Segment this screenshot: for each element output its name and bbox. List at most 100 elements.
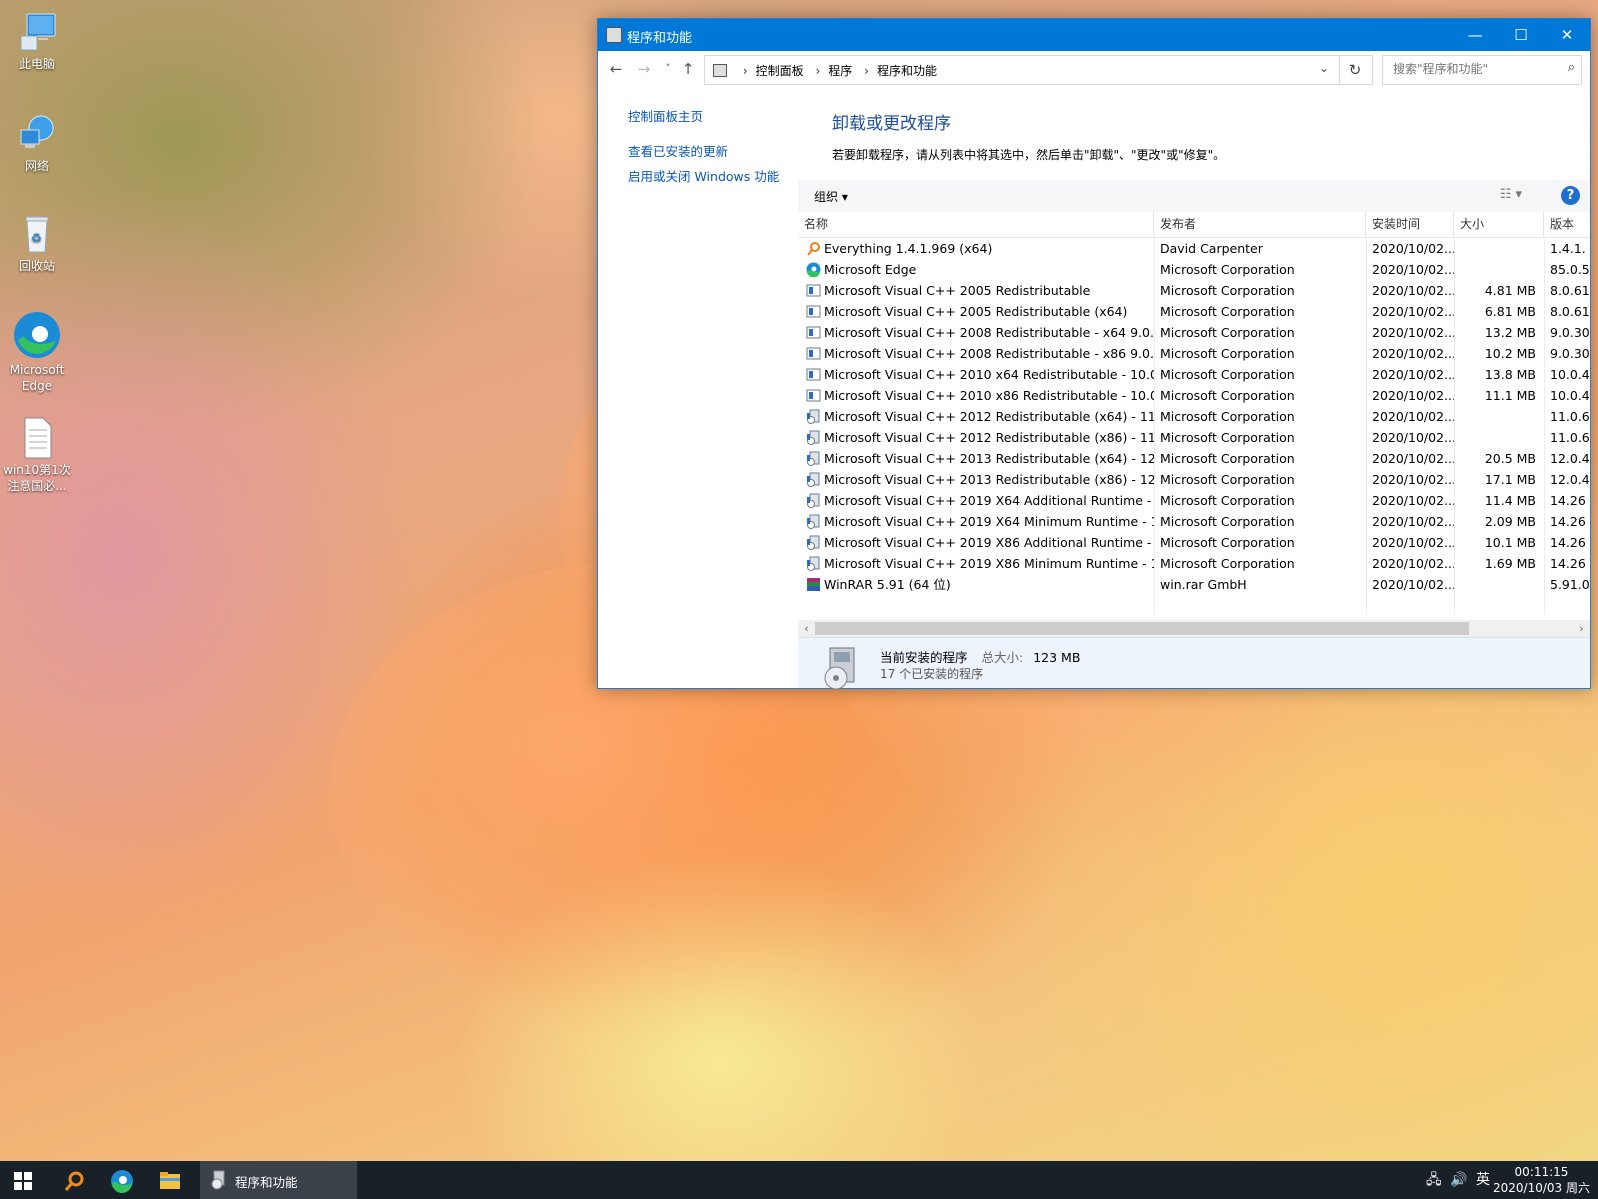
desktop-icon-network[interactable]: 网络 xyxy=(1,112,73,174)
table-row[interactable]: Microsoft Visual C++ 2013 Redistributabl… xyxy=(798,448,1590,469)
desktop: 此电脑 网络 ♻ 回收站 Microsoft Edge win10第1次注意国必… xyxy=(0,0,1598,1161)
program-name: Microsoft Visual C++ 2010 x86 Redistribu… xyxy=(824,388,1154,403)
program-version: 10.0.4 xyxy=(1550,388,1590,403)
program-name: Microsoft Visual C++ 2019 X86 Minimum Ru… xyxy=(824,556,1154,571)
start-button[interactable] xyxy=(0,1161,46,1199)
table-row[interactable]: Everything 1.4.1.969 (x64) David Carpente… xyxy=(798,238,1590,259)
maximize-button[interactable]: ☐ xyxy=(1498,19,1544,51)
link-windows-features[interactable]: 启用或关闭 Windows 功能 xyxy=(628,166,779,185)
volume-icon[interactable]: 🔊 xyxy=(1450,1161,1467,1199)
program-installed-on: 2020/10/02... xyxy=(1372,451,1454,466)
back-button[interactable]: ← xyxy=(606,59,626,79)
desktop-icon-edge[interactable]: Microsoft Edge xyxy=(1,310,73,394)
scroll-left-button[interactable]: ‹ xyxy=(798,620,815,637)
table-row[interactable]: Microsoft Visual C++ 2012 Redistributabl… xyxy=(798,406,1590,427)
chevron-down-icon[interactable]: ⌄ xyxy=(1319,61,1329,75)
table-row[interactable]: Microsoft Visual C++ 2005 Redistributabl… xyxy=(798,280,1590,301)
forward-button[interactable]: → xyxy=(634,59,654,79)
total-size-value: 123 MB xyxy=(1033,650,1081,665)
program-size: 2.09 MB xyxy=(1484,514,1536,529)
title-bar[interactable]: 程序和功能 — ☐ ✕ xyxy=(598,19,1590,51)
control-panel-icon xyxy=(606,27,622,43)
program-installed-on: 2020/10/02... xyxy=(1372,241,1454,256)
breadcrumb-programs[interactable]: 程序 xyxy=(828,64,852,78)
table-row[interactable]: Microsoft Visual C++ 2008 Redistributabl… xyxy=(798,322,1590,343)
column-header-version[interactable]: 版本 xyxy=(1544,212,1590,237)
taskbar-programs-and-features[interactable]: 程序和功能 xyxy=(200,1161,357,1199)
program-version: 1.4.1. xyxy=(1550,241,1586,256)
table-row[interactable]: Microsoft Visual C++ 2010 x64 Redistribu… xyxy=(798,364,1590,385)
program-size xyxy=(1454,574,1544,595)
desktop-icon-this-pc[interactable]: 此电脑 xyxy=(1,10,73,72)
table-row[interactable]: Microsoft Visual C++ 2019 X64 Minimum Ru… xyxy=(798,511,1590,532)
refresh-button[interactable]: ↻ xyxy=(1338,55,1373,85)
program-publisher: Microsoft Corporation xyxy=(1160,409,1295,424)
scroll-right-button[interactable]: › xyxy=(1573,620,1590,637)
desktop-icon-recycle-bin[interactable]: ♻ 回收站 xyxy=(1,212,73,274)
column-header-size[interactable]: 大小 xyxy=(1454,212,1544,237)
program-publisher: Microsoft Corporation xyxy=(1160,262,1295,277)
up-button[interactable]: ↑ xyxy=(678,59,698,79)
program-installed-on: 2020/10/02... xyxy=(1372,388,1454,403)
desktop-icon-label: 网络 xyxy=(24,159,49,173)
table-row[interactable]: Microsoft Visual C++ 2005 Redistributabl… xyxy=(798,301,1590,322)
clock-date: 2020/10/03 周六 xyxy=(1493,1181,1590,1195)
organize-button[interactable]: 组织 ▾ xyxy=(814,188,848,205)
table-row[interactable]: Microsoft Visual C++ 2010 x86 Redistribu… xyxy=(798,385,1590,406)
program-publisher: Microsoft Corporation xyxy=(1160,514,1295,529)
program-installed-on: 2020/10/02... xyxy=(1372,325,1454,340)
program-version: 11.0.6 xyxy=(1550,409,1590,424)
recent-locations-button[interactable]: ˅ xyxy=(658,59,678,79)
desktop-icon-label: win10第1次注意国必... xyxy=(3,463,71,493)
programs-table: 名称 ⌃ 发布者 安装时间 大小 版本 Everything 1.4.1.969… xyxy=(798,212,1590,614)
folder-icon xyxy=(160,1171,180,1189)
search-box[interactable]: ⌕ xyxy=(1382,55,1582,85)
program-publisher: Microsoft Corporation xyxy=(1160,346,1295,361)
column-header-publisher[interactable]: 发布者 xyxy=(1154,212,1366,237)
column-header-name[interactable]: 名称 xyxy=(798,212,1154,237)
table-row[interactable]: Microsoft Visual C++ 2013 Redistributabl… xyxy=(798,469,1590,490)
program-name: Microsoft Visual C++ 2012 Redistributabl… xyxy=(824,430,1154,445)
table-row[interactable]: Microsoft Visual C++ 2019 X86 Additional… xyxy=(798,532,1590,553)
taskbar-edge[interactable] xyxy=(102,1161,142,1199)
breadcrumb-control-panel[interactable]: 控制面板 xyxy=(756,64,804,78)
clock-time: 00:11:15 xyxy=(1514,1165,1569,1179)
details-pane: 当前安装的程序 总大小: 123 MB 17 个已安装的程序 xyxy=(798,637,1590,690)
desktop-icon-text-file[interactable]: win10第1次注意国必... xyxy=(1,416,73,494)
total-size-label: 总大小: xyxy=(981,650,1024,665)
scrollbar-thumb[interactable] xyxy=(815,622,1469,635)
network-status-icon[interactable]: 🖧 xyxy=(1426,1161,1442,1199)
table-row[interactable]: Microsoft Visual C++ 2019 X86 Minimum Ru… xyxy=(798,553,1590,574)
navigation-bar: ← → ˅ ↑ ›控制面板 ›程序 ›程序和功能 ⌄ ↻ ⌕ xyxy=(598,51,1590,89)
desktop-icon-label: 此电脑 xyxy=(18,57,55,71)
column-header-installed-on[interactable]: 安装时间 xyxy=(1366,212,1454,237)
input-language-indicator[interactable]: 英 xyxy=(1476,1161,1490,1199)
table-row[interactable]: Microsoft Visual C++ 2019 X64 Additional… xyxy=(798,490,1590,511)
program-installed-on: 2020/10/02... xyxy=(1372,577,1454,592)
system-clock[interactable]: 00:11:15 2020/10/03 周六 xyxy=(1493,1164,1590,1196)
table-row[interactable]: Microsoft Visual C++ 2012 Redistributabl… xyxy=(798,427,1590,448)
program-version: 12.0.4 xyxy=(1550,472,1590,487)
breadcrumb-programs-and-features[interactable]: 程序和功能 xyxy=(877,64,937,78)
program-size: 11.4 MB xyxy=(1484,493,1536,508)
taskbar-everything[interactable] xyxy=(54,1161,94,1199)
view-options-icon[interactable]: ☷ ▾ xyxy=(1500,187,1522,202)
taskbar-file-explorer[interactable] xyxy=(150,1161,190,1199)
desktop-icon-label: 回收站 xyxy=(18,259,55,273)
address-bar[interactable]: › 控制面板 › 程序 › 程序和功能 ⌄ xyxy=(704,55,1340,85)
link-control-panel-home[interactable]: 控制面板主页 xyxy=(628,106,703,125)
table-row[interactable]: WinRAR 5.91 (64 位) win.rar GmbH 2020/10/02… xyxy=(798,574,1590,595)
installed-programs-icon xyxy=(822,646,862,692)
program-name: Microsoft Visual C++ 2005 Redistributabl… xyxy=(824,283,1091,298)
minimize-button[interactable]: — xyxy=(1452,19,1498,51)
table-row[interactable]: Microsoft Edge Microsoft Corporation 2020/… xyxy=(798,259,1590,280)
program-installed-on: 2020/10/02... xyxy=(1372,262,1454,277)
table-row[interactable]: Microsoft Visual C++ 2008 Redistributabl… xyxy=(798,343,1590,364)
search-input[interactable] xyxy=(1391,61,1565,77)
installed-programs-icon xyxy=(211,1170,225,1190)
horizontal-scrollbar[interactable]: ‹ › xyxy=(798,620,1590,637)
text-file-icon xyxy=(15,416,59,460)
help-button[interactable]: ? xyxy=(1561,186,1580,205)
close-button[interactable]: ✕ xyxy=(1544,19,1590,51)
link-view-installed-updates[interactable]: 查看已安装的更新 xyxy=(628,141,728,160)
